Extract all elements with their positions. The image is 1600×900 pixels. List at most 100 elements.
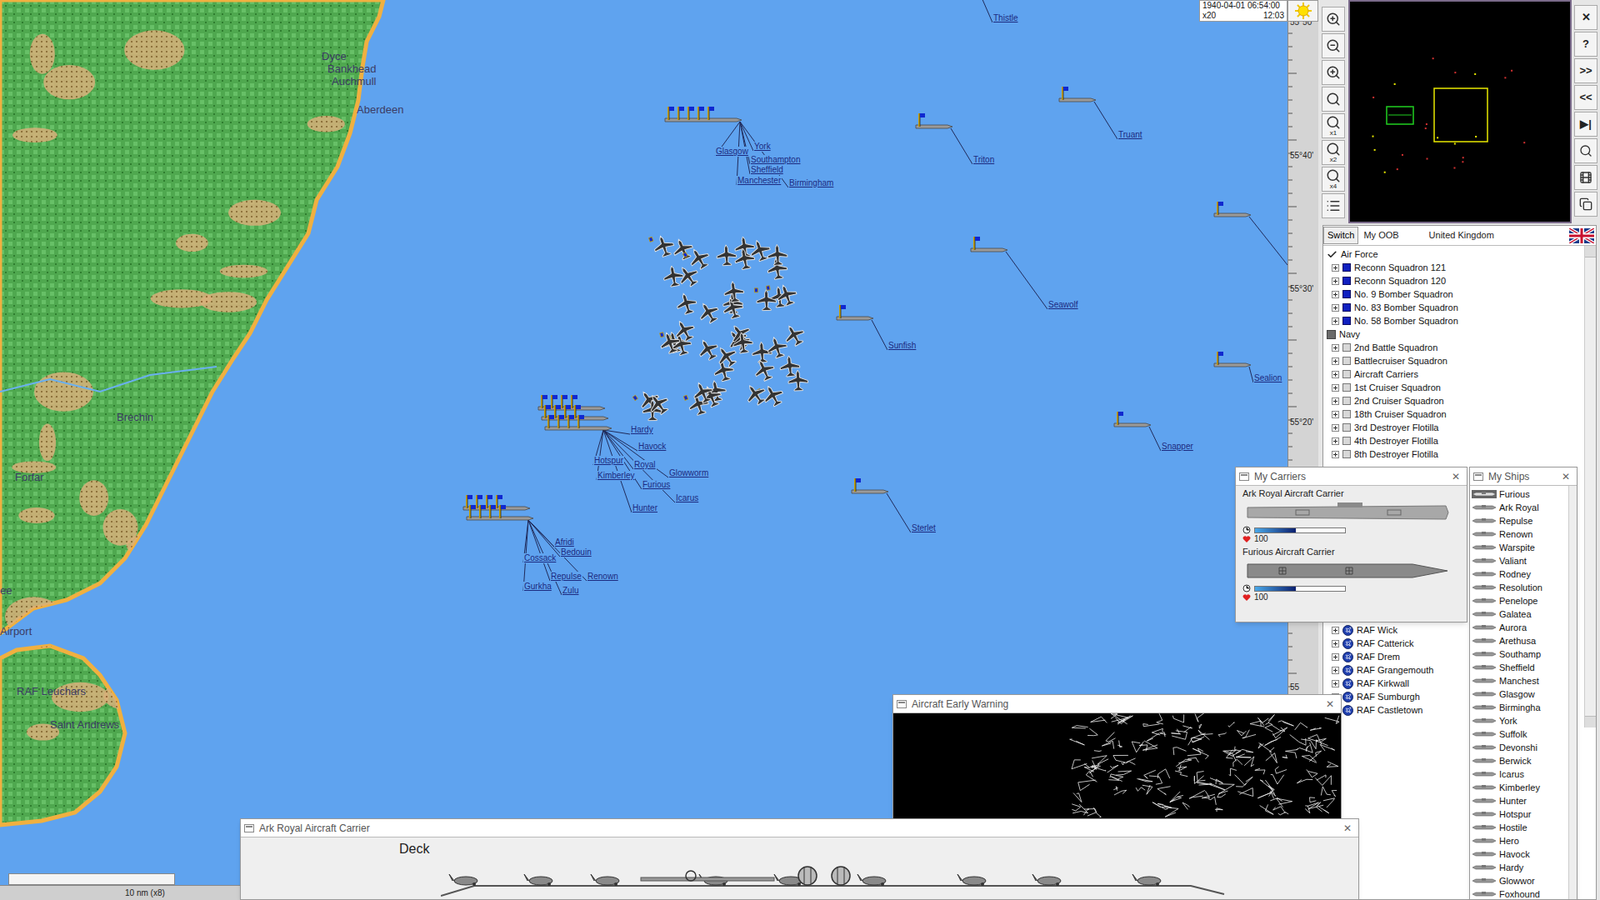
ship-row[interactable]: Icarus xyxy=(1470,767,1569,781)
aircraft-formation-icon[interactable] xyxy=(632,230,809,420)
side-button[interactable] xyxy=(1574,165,1598,190)
expand-icon[interactable] xyxy=(1331,666,1340,675)
switch-button[interactable]: Switch xyxy=(1323,226,1359,245)
ship-unit-icon[interactable] xyxy=(1214,201,1251,217)
unit-label[interactable]: Manchester xyxy=(736,175,782,186)
unit-label[interactable]: Bedouin xyxy=(560,547,593,558)
side-button[interactable]: ✕ xyxy=(1574,5,1598,30)
oob-row[interactable]: Reconn Squadron 120 xyxy=(1323,274,1585,288)
ship-unit-icon[interactable] xyxy=(836,305,874,320)
ship-row[interactable]: Resolution xyxy=(1470,580,1569,595)
expand-icon[interactable] xyxy=(1331,626,1340,635)
expand-icon[interactable] xyxy=(1331,680,1340,688)
ship-row[interactable]: Havock xyxy=(1470,847,1569,861)
ship-unit-icon[interactable] xyxy=(1059,86,1096,102)
oob-row[interactable]: 1st Cruiser Squadron xyxy=(1323,380,1585,395)
expand-icon[interactable] xyxy=(1331,304,1340,312)
unit-label[interactable]: Truant xyxy=(1117,130,1144,140)
close-button[interactable]: ✕ xyxy=(1558,469,1574,485)
unit-label[interactable]: Sunfish xyxy=(887,340,917,351)
toolbar-button[interactable] xyxy=(1321,86,1345,112)
ship-row[interactable]: Hotspur xyxy=(1470,807,1569,821)
side-button[interactable]: ? xyxy=(1574,31,1598,57)
carriers-window[interactable]: My Carriers✕Ark Royal Aircraft Carrier10… xyxy=(1235,466,1468,623)
expand-icon[interactable] xyxy=(1331,424,1340,432)
unit-label[interactable]: Thistle xyxy=(992,13,1019,24)
early-warning-window[interactable]: Aircraft Early Warning✕ xyxy=(892,694,1342,820)
ship-row[interactable]: Rodney xyxy=(1470,567,1569,581)
oob-row[interactable]: 2nd Cruiser Squadron xyxy=(1323,394,1585,408)
oob-row[interactable]: No. 83 Bomber Squadron xyxy=(1323,300,1585,315)
ship-row[interactable]: Galatea xyxy=(1470,607,1569,621)
unit-label[interactable]: Southampton xyxy=(750,155,802,165)
ship-row[interactable]: Berwick xyxy=(1470,754,1569,768)
expand-icon[interactable] xyxy=(1331,410,1340,419)
unit-label[interactable]: Glasgow xyxy=(715,146,750,157)
ship-row[interactable]: Glasgow xyxy=(1470,687,1569,701)
expand-icon[interactable] xyxy=(1331,640,1340,648)
ship-row[interactable]: Glowwor xyxy=(1470,874,1569,888)
expand-icon[interactable] xyxy=(1331,653,1340,661)
toolbar-button[interactable] xyxy=(1321,6,1345,32)
unit-label[interactable]: Zulu xyxy=(561,585,580,596)
ship-row[interactable]: Sheffield xyxy=(1470,660,1569,675)
expand-icon[interactable] xyxy=(1331,264,1340,272)
ship-row[interactable]: Warspite xyxy=(1470,540,1569,555)
side-button[interactable]: ▶| xyxy=(1574,111,1598,137)
ships-window[interactable]: My Ships✕FuriousArk RoyalRepulseRenownWa… xyxy=(1469,466,1578,900)
expand-icon[interactable] xyxy=(1331,344,1340,352)
unit-label[interactable]: Sterlet xyxy=(910,523,937,534)
oob-row[interactable]: 8th Destroyer Flotilla xyxy=(1323,447,1585,461)
unit-label[interactable]: Seawolf xyxy=(1047,300,1080,310)
unit-label[interactable]: York xyxy=(753,141,772,152)
ship-row[interactable]: Southamp xyxy=(1470,647,1569,661)
oob-row[interactable]: 3rd Destroyer Flotilla xyxy=(1323,420,1585,435)
ship-row[interactable]: Foxhound xyxy=(1470,887,1569,900)
close-button[interactable]: ✕ xyxy=(1322,696,1338,712)
ship-row[interactable]: Hunter xyxy=(1470,794,1569,808)
unit-label[interactable]: Snapper xyxy=(1160,441,1195,452)
expand-icon[interactable] xyxy=(1331,290,1340,299)
side-button[interactable] xyxy=(1574,138,1598,164)
ship-row[interactable]: Birmingha xyxy=(1470,700,1569,715)
ships-title-bar[interactable]: My Ships✕ xyxy=(1470,467,1577,486)
unit-label[interactable]: Triton xyxy=(972,155,995,165)
ship-unit-icon[interactable] xyxy=(970,236,1008,252)
oob-row[interactable]: Reconn Squadron 121 xyxy=(1323,260,1585,275)
ship-row[interactable]: Manchest xyxy=(1470,674,1569,688)
carrier-deck-drawing[interactable] xyxy=(440,857,1241,900)
unit-label[interactable]: Sheffield xyxy=(750,165,785,175)
ship-row[interactable]: Hero xyxy=(1470,834,1569,848)
toolbar-button[interactable] xyxy=(1321,33,1345,59)
expand-icon[interactable] xyxy=(1331,317,1340,325)
unit-label[interactable]: Kimberley xyxy=(596,470,635,481)
ship-unit-icon[interactable] xyxy=(538,395,612,430)
minimap[interactable] xyxy=(1348,0,1572,224)
unit-label[interactable]: Glowworm xyxy=(668,468,710,479)
expand-icon[interactable] xyxy=(1331,437,1340,445)
ship-row[interactable]: Renown xyxy=(1470,527,1569,541)
close-button[interactable]: ✕ xyxy=(1340,820,1355,836)
ship-row[interactable]: Hardy xyxy=(1470,860,1569,875)
carrier-card[interactable]: Ark Royal Aircraft Carrier100 xyxy=(1242,487,1460,545)
unit-label[interactable]: Renown xyxy=(586,571,620,582)
unit-label[interactable]: Royal xyxy=(633,460,657,470)
ship-row[interactable]: Arethusa xyxy=(1470,634,1569,648)
oob-row[interactable]: 2nd Battle Squadron xyxy=(1323,340,1585,355)
ship-row[interactable]: Repulse xyxy=(1470,514,1569,528)
oob-row[interactable]: No. 9 Bomber Squadron xyxy=(1323,287,1585,301)
ship-unit-icon[interactable] xyxy=(851,478,889,494)
oob-row[interactable]: No. 58 Bomber Squadron xyxy=(1323,314,1585,328)
ship-unit-icon[interactable] xyxy=(665,106,742,122)
oob-row[interactable]: 4th Destroyer Flotilla xyxy=(1323,434,1585,448)
toolbar-button[interactable]: x4 xyxy=(1321,166,1345,192)
unit-label[interactable]: Furious xyxy=(641,480,671,490)
unit-label[interactable]: Gurkha xyxy=(523,581,553,592)
ship-row[interactable]: Penelope xyxy=(1470,594,1569,608)
expand-icon[interactable] xyxy=(1331,397,1340,405)
ship-unit-icon[interactable] xyxy=(1214,351,1251,367)
unit-label[interactable]: Icarus xyxy=(675,493,700,504)
ship-row[interactable]: Kimberley xyxy=(1470,780,1569,795)
expand-icon[interactable] xyxy=(1331,450,1340,459)
expand-icon[interactable] xyxy=(1331,370,1340,379)
